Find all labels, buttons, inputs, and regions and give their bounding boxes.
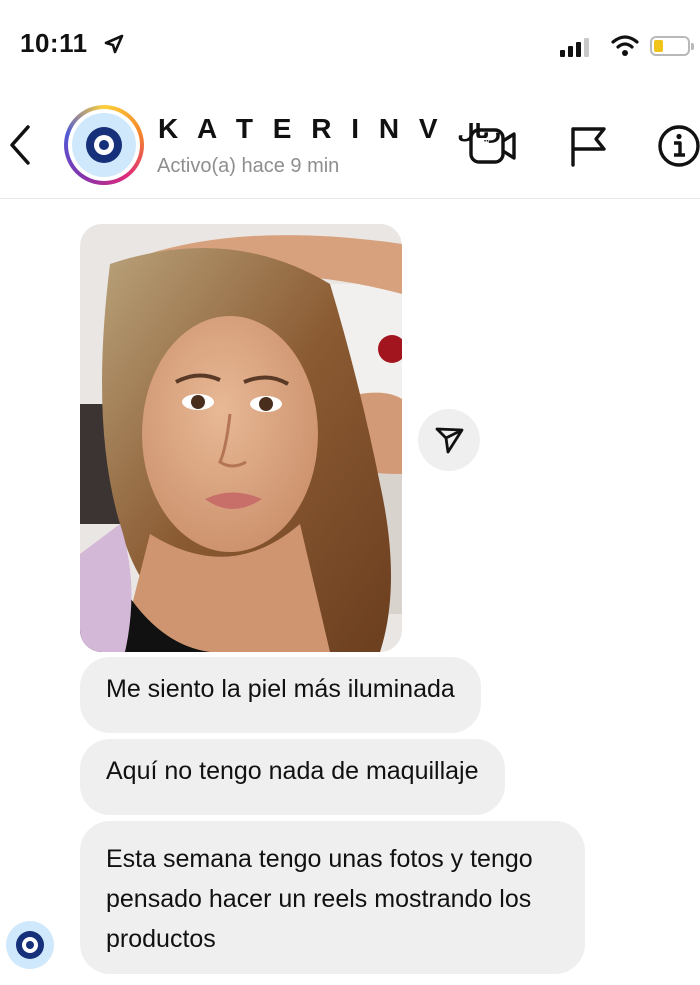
contact-avatar[interactable] [64, 105, 144, 185]
cellular-signal-icon [560, 38, 589, 57]
contact-name-text: K A T E R I N V [158, 113, 444, 144]
status-time: 10:11 [20, 28, 88, 58]
battery-icon [650, 36, 694, 56]
message-bubble[interactable]: Esta semana tengo unas fotos y tengo pen… [80, 821, 585, 974]
message-bubble[interactable]: Aquí no tengo nada de maquillaje [80, 739, 505, 815]
sender-avatar[interactable] [6, 921, 54, 969]
info-icon[interactable] [657, 124, 700, 168]
contact-name[interactable]: K A T E R I N V ريال [158, 113, 501, 145]
back-chevron-icon[interactable] [4, 123, 34, 167]
location-arrow-icon [104, 34, 124, 54]
message-text: Me siento la piel más iluminada [106, 675, 455, 703]
video-camera-icon[interactable] [468, 125, 518, 167]
activity-status: Activo(a) hace 9 min [157, 155, 340, 177]
shared-photo[interactable] [80, 224, 402, 652]
message-bubble[interactable]: Me siento la piel más iluminada [80, 657, 481, 733]
send-arrow-icon [435, 427, 464, 454]
message-text: Esta semana tengo unas fotos y tengo pen… [106, 845, 533, 953]
evil-eye-avatar-icon [72, 113, 136, 177]
header-divider [0, 198, 700, 199]
wifi-icon [611, 35, 639, 56]
selfie-image [80, 224, 402, 652]
share-button[interactable] [418, 409, 480, 471]
message-text: Aquí no tengo nada de maquillaje [106, 757, 479, 785]
flag-icon[interactable] [568, 125, 610, 167]
